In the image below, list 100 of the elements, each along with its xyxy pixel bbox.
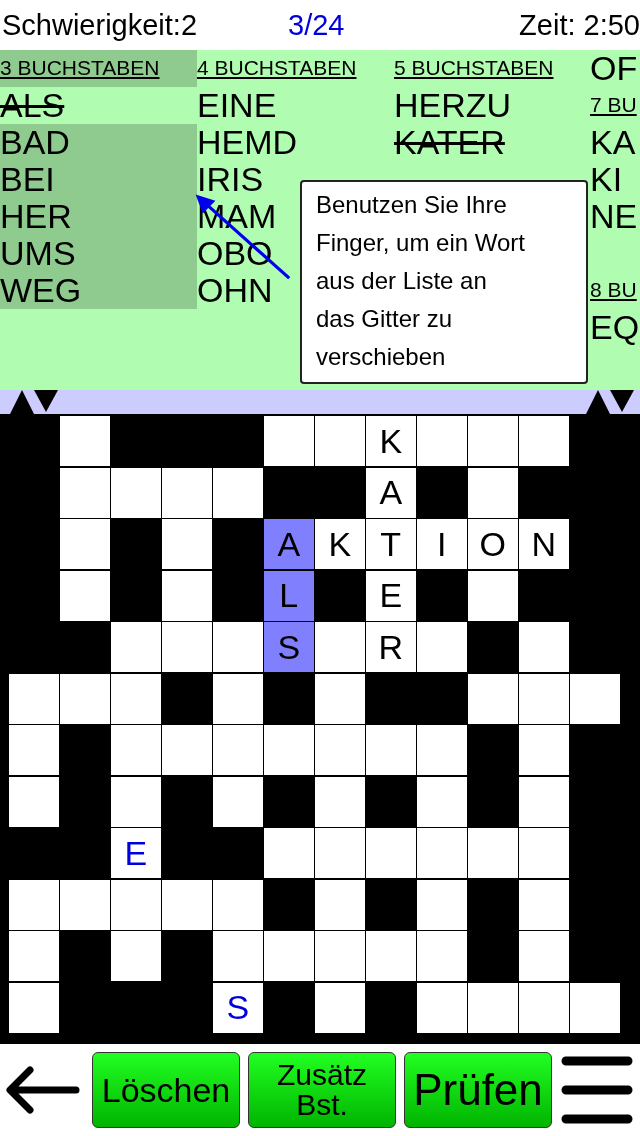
grid-cell[interactable] [111, 879, 161, 930]
grid-cell[interactable] [417, 622, 467, 672]
grid-cell[interactable] [315, 416, 365, 466]
grid-cell[interactable] [213, 931, 263, 981]
grid-cell[interactable] [519, 725, 569, 775]
grid-cell[interactable] [417, 725, 467, 775]
grid-cell[interactable] [213, 879, 263, 930]
word-list-item[interactable]: BAD [0, 124, 197, 161]
grid-cell[interactable] [264, 931, 314, 981]
grid-cell[interactable] [468, 467, 518, 518]
grid-cell[interactable] [519, 879, 569, 930]
grid-cell[interactable] [417, 828, 467, 878]
grid-cell[interactable] [60, 673, 110, 724]
grid-cell[interactable]: S [213, 982, 263, 1033]
word-list-item[interactable]: BEI [0, 161, 197, 198]
grid-cell[interactable] [9, 982, 59, 1033]
grid-cell[interactable] [162, 519, 212, 569]
grid-cell[interactable] [9, 673, 59, 724]
grid-cell[interactable] [60, 879, 110, 930]
toolbar-button[interactable]: Prüfen [404, 1052, 552, 1128]
grid-cell[interactable]: S [264, 622, 314, 672]
grid-cell[interactable]: K [366, 416, 416, 466]
grid-cell[interactable] [417, 879, 467, 930]
grid-cell[interactable]: A [366, 467, 416, 518]
grid-cell[interactable] [9, 931, 59, 981]
grid-cell[interactable] [315, 931, 365, 981]
grid-cell[interactable] [468, 570, 518, 621]
grid-cell[interactable] [570, 982, 620, 1033]
grid-cell[interactable] [519, 622, 569, 672]
grid-cell[interactable] [162, 725, 212, 775]
grid-cell[interactable] [162, 622, 212, 672]
grid-cell[interactable] [519, 776, 569, 827]
grid-cell[interactable] [111, 622, 161, 672]
grid-cell[interactable] [468, 982, 518, 1033]
grid-cell[interactable] [162, 879, 212, 930]
grid-cell[interactable]: A [264, 519, 314, 569]
word-list-item[interactable]: HERZU [394, 87, 590, 124]
grid-cell[interactable] [570, 673, 620, 724]
grid-cell[interactable] [519, 828, 569, 878]
grid-cell[interactable] [111, 725, 161, 775]
grid-cell[interactable] [9, 776, 59, 827]
grid-cell[interactable] [264, 725, 314, 775]
grid-cell[interactable] [60, 416, 110, 466]
up-triangle-icon[interactable] [586, 390, 610, 414]
word-list-item[interactable]: EQ [590, 309, 640, 346]
grid-cell[interactable]: N [519, 519, 569, 569]
word-list-item[interactable]: HER [0, 198, 197, 235]
toolbar-button[interactable]: Löschen [92, 1052, 240, 1128]
grid-cell[interactable] [264, 416, 314, 466]
grid-cell[interactable] [60, 519, 110, 569]
grid-cell[interactable] [213, 673, 263, 724]
word-list-item[interactable]: NE [590, 198, 640, 235]
down-triangle-icon[interactable] [610, 390, 634, 414]
grid-cell[interactable] [519, 982, 569, 1033]
grid-cell[interactable] [213, 467, 263, 518]
word-list-item[interactable]: KATER [394, 124, 590, 161]
grid-cell[interactable]: L [264, 570, 314, 621]
grid-cell[interactable] [9, 879, 59, 930]
grid-cell[interactable] [366, 725, 416, 775]
word-group-header[interactable]: 8 BU [590, 272, 640, 309]
grid-cell[interactable] [315, 673, 365, 724]
grid-cell[interactable] [213, 725, 263, 775]
grid-cell[interactable] [315, 828, 365, 878]
grid-cell[interactable]: R [366, 622, 416, 672]
grid-cell[interactable] [519, 416, 569, 466]
grid-cell[interactable] [60, 570, 110, 621]
grid-cell[interactable]: T [366, 519, 416, 569]
word-list-item[interactable]: WEG [0, 272, 197, 309]
grid-cell[interactable] [264, 828, 314, 878]
grid-cell[interactable] [162, 467, 212, 518]
grid-cell[interactable] [519, 931, 569, 981]
grid-cell[interactable] [468, 828, 518, 878]
toolbar-button[interactable]: Zusätz Bst. [248, 1052, 396, 1128]
grid-cell[interactable] [315, 725, 365, 775]
grid-cell[interactable] [417, 931, 467, 981]
word-group-header[interactable]: 3 BUCHSTABEN [0, 50, 197, 87]
grid-cell[interactable] [162, 570, 212, 621]
grid-cell[interactable] [60, 467, 110, 518]
up-triangle-icon[interactable] [10, 390, 34, 414]
word-list-item[interactable]: ALS [0, 87, 197, 124]
grid-cell[interactable] [417, 416, 467, 466]
grid-cell[interactable] [468, 416, 518, 466]
grid-cell[interactable] [468, 673, 518, 724]
grid-cell[interactable]: E [111, 828, 161, 878]
word-group-header[interactable]: 7 BU [590, 87, 640, 124]
grid-cell[interactable] [417, 982, 467, 1033]
grid-cell[interactable] [9, 725, 59, 775]
word-list-item[interactable]: KA [590, 124, 640, 161]
grid-cell[interactable] [213, 622, 263, 672]
grid-cell[interactable] [213, 776, 263, 827]
word-list-item[interactable]: HEMD [197, 124, 394, 161]
grid-cell[interactable]: O [468, 519, 518, 569]
word-list-item[interactable]: EINE [197, 87, 394, 124]
grid-cell[interactable] [366, 931, 416, 981]
grid-cell[interactable]: K [315, 519, 365, 569]
word-list-item[interactable]: UMS [0, 235, 197, 272]
grid-cell[interactable]: E [366, 570, 416, 621]
grid-cell[interactable] [366, 828, 416, 878]
grid-cell[interactable] [315, 982, 365, 1033]
down-triangle-icon[interactable] [34, 390, 58, 414]
